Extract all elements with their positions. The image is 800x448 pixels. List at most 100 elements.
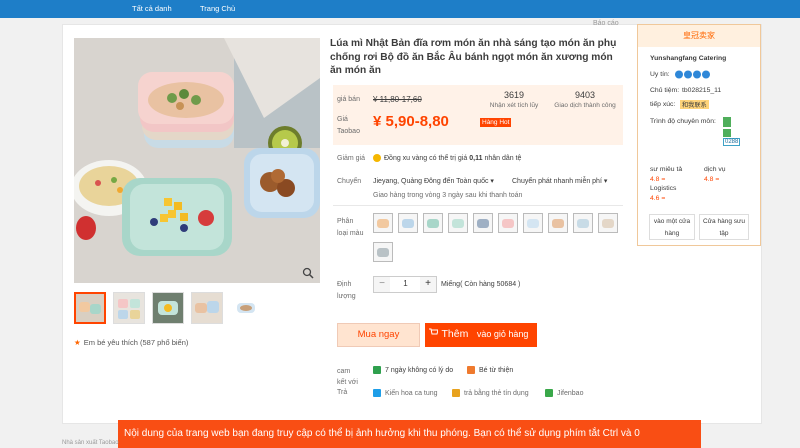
- promise-item-2-text: Bé từ thiện: [479, 366, 514, 374]
- shipping-option[interactable]: Chuyển phát nhanh miễn phí ▾: [512, 177, 607, 185]
- thumbnail-3[interactable]: [152, 292, 184, 324]
- payment-item-1[interactable]: Kiến hoa ca tung: [373, 389, 438, 397]
- variant-swatch-4[interactable]: [448, 213, 468, 233]
- variant-swatch-8[interactable]: [548, 213, 568, 233]
- promise-label: cam kết với: [337, 368, 358, 386]
- main-product-image[interactable]: [74, 38, 320, 283]
- taobao-price-label: Giá Taobao: [337, 116, 360, 135]
- variant-swatch-5[interactable]: [473, 213, 493, 233]
- payment-item-2-text: trả bằng thẻ tín dụng: [464, 389, 529, 397]
- thumbnail-1[interactable]: [74, 292, 106, 324]
- variant-swatch-3[interactable]: [423, 213, 443, 233]
- variant-swatch-11[interactable]: [373, 242, 393, 262]
- discount-amount: 0,11: [469, 154, 483, 162]
- seven-days-icon: [373, 366, 381, 374]
- credit-card-icon: [452, 389, 460, 397]
- add-to-cart-button[interactable]: Thêm vào giỏ hàng: [425, 323, 537, 347]
- quantity-input[interactable]: 1: [391, 279, 420, 288]
- nav-all-categories[interactable]: Tất cả danh: [132, 4, 172, 13]
- service-score: 4.8 =: [704, 176, 720, 183]
- current-price: ¥ 5,90-8,80: [373, 113, 449, 130]
- qualification-icon[interactable]: [723, 117, 731, 127]
- service-label: dịch vụ: [704, 166, 726, 173]
- desc-label: sư miêu tả: [650, 166, 683, 173]
- shipping-route: Jieyang, Quảng Đông đến Toàn quốc: [373, 178, 489, 185]
- variant-swatch-10[interactable]: [598, 213, 618, 233]
- promise-item-1[interactable]: 7 ngày không có lý do: [373, 366, 453, 374]
- payment-item-1-text: Kiến hoa ca tung: [385, 389, 438, 397]
- star-icon: ★: [74, 338, 81, 347]
- qualification-label: Trình độ chuyên môn:: [650, 118, 716, 125]
- contact-label: tiếp xúc:: [650, 101, 676, 108]
- quantity-stepper: − 1 +: [373, 276, 437, 293]
- report-link[interactable]: Báo cáo: [593, 20, 619, 27]
- zoom-icon[interactable]: [302, 267, 314, 279]
- qualification-code: 0288: [723, 138, 741, 146]
- top-nav-bar: Tất cả danh Trang Chủ: [0, 0, 800, 18]
- thumbnail-4[interactable]: [191, 292, 223, 324]
- variant-swatch-2[interactable]: [398, 213, 418, 233]
- price-box: giá bán ¥ 11,80-17,60 Giá Taobao ¥ 5,90-…: [333, 85, 623, 145]
- reviews-label: Nhận xét tích lũy: [489, 102, 539, 109]
- owner-label: Chủ tiệm:: [650, 87, 680, 94]
- variant-label: Phân loại màu: [337, 218, 364, 237]
- discount-suffix: nhân dân tệ: [484, 154, 522, 162]
- payment-item-3-text: Jifenbao: [557, 389, 584, 397]
- quantity-minus-button[interactable]: −: [374, 277, 390, 292]
- owner-name[interactable]: tb028215_11: [682, 87, 721, 94]
- quantity-plus-button[interactable]: +: [420, 277, 436, 292]
- discount-label: Giảm giá: [337, 155, 366, 162]
- gold-coin-icon: [373, 154, 381, 162]
- qualification-icon-2[interactable]: [723, 129, 731, 137]
- promise-item-1-text: 7 ngày không có lý do: [385, 366, 454, 374]
- variant-swatch-1[interactable]: [373, 213, 393, 233]
- buy-now-button[interactable]: Mua ngay: [337, 323, 420, 347]
- cart-icon: [429, 323, 439, 345]
- thumbnail-5[interactable]: [230, 292, 262, 324]
- variant-swatch-6[interactable]: [498, 213, 518, 233]
- discount-text: Đồng xu vàng có thể trị giá: [384, 154, 468, 162]
- quantity-label: Định lượng: [337, 281, 356, 300]
- variant-swatch-9[interactable]: [573, 213, 593, 233]
- huabei-icon: [373, 389, 381, 397]
- variant-swatch-7[interactable]: [523, 213, 543, 233]
- payment-label: Trả: [337, 389, 348, 396]
- chevron-down-icon: ▾: [603, 178, 608, 185]
- payment-item-3[interactable]: Jifenbao: [545, 389, 583, 397]
- hot-badge: Hàng Hot: [480, 118, 512, 127]
- logistics-label: Logistics: [650, 185, 677, 192]
- product-title: Lúa mì Nhật Bản đĩa rơm món ăn nhà sáng …: [330, 38, 617, 76]
- visit-store-button[interactable]: vào một cửa hàng: [649, 214, 695, 240]
- jifenbao-icon: [545, 389, 553, 397]
- bottom-fragment: Nhà sản xuất Taobao: [62, 440, 119, 446]
- original-price-label: giá bán: [337, 96, 360, 103]
- favorites-count: ★ Em bé yêu thích (587 phổ biến): [74, 338, 188, 347]
- add-cart-label-1: Thêm: [441, 328, 469, 340]
- chevron-down-icon: ▾: [490, 178, 494, 185]
- shipping-from-to[interactable]: Jieyang, Quảng Đông đến Toàn quốc ▾: [373, 177, 494, 185]
- favorites-text: Em bé yêu thích (587 phổ biến): [83, 338, 189, 347]
- reviews-stat[interactable]: 3619 Nhận xét tích lũy: [479, 90, 549, 109]
- thumbnail-2[interactable]: [113, 292, 145, 324]
- shipping-label: Chuyển: [337, 178, 362, 185]
- divider: [333, 205, 623, 206]
- contact-button[interactable]: 和我联系: [680, 100, 709, 109]
- reviews-count: 3619: [503, 90, 525, 100]
- trust-label: Uy tín:: [650, 71, 670, 78]
- discount-row: Đồng xu vàng có thể trị giá 0,11 nhân dâ…: [373, 154, 521, 162]
- seller-badge: 皇冠卖家: [638, 25, 760, 47]
- trust-crown-icons: [675, 70, 713, 81]
- payment-item-2[interactable]: trả bằng thẻ tín dụng: [452, 389, 529, 397]
- zoom-warning-toast: Nội dung của trang web bạn đang truy cập…: [118, 420, 701, 448]
- seller-name[interactable]: Yunshangfang Catering: [650, 55, 726, 62]
- promise-item-2[interactable]: Bé từ thiện: [467, 366, 513, 374]
- trades-label: Giao dịch thành công: [554, 102, 616, 109]
- trades-stat[interactable]: 9403 Giao dịch thành công: [547, 90, 623, 109]
- save-store-button[interactable]: Cửa hàng sưu tập: [699, 214, 749, 240]
- charity-icon: [467, 366, 475, 374]
- stock-text: Miếng( Còn hàng 50684 ): [441, 281, 521, 288]
- add-cart-label-2: vào giỏ hàng: [476, 329, 529, 339]
- desc-score: 4.8 =: [650, 176, 666, 183]
- nav-home[interactable]: Trang Chủ: [200, 4, 235, 13]
- seller-panel: 皇冠卖家 Yunshangfang Catering Uy tín: Chủ t…: [637, 24, 761, 246]
